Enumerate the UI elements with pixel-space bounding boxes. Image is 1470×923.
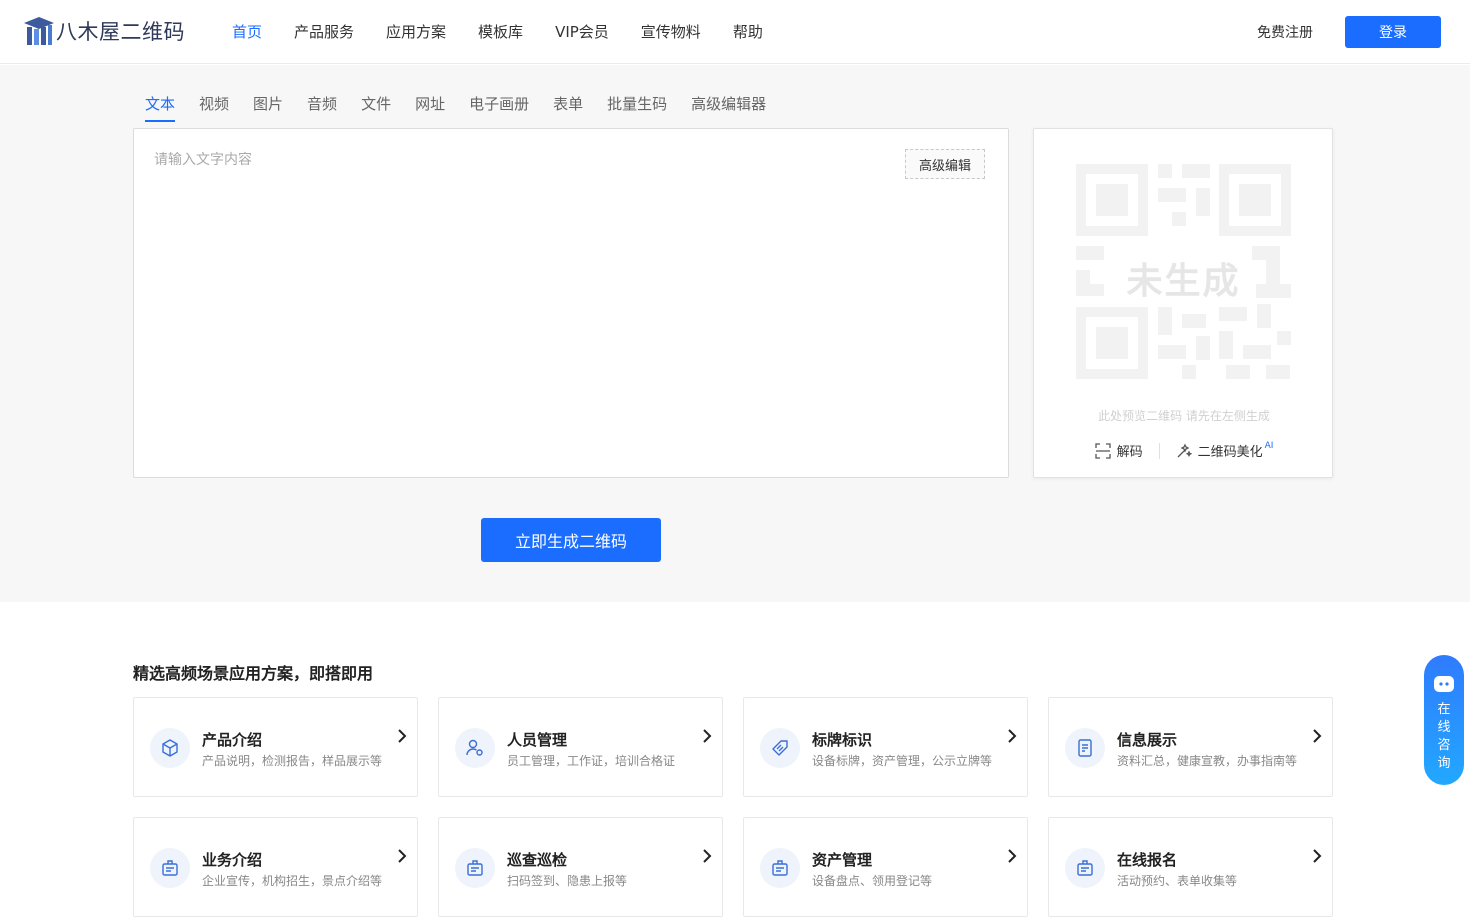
advanced-edit-button[interactable]: 高级编辑 [905, 149, 985, 179]
badge-icon [1065, 848, 1105, 888]
tab-6[interactable]: 电子画册 [469, 93, 529, 122]
scene-card[interactable]: 产品介绍产品说明，检测报告，样品展示等 [133, 697, 418, 797]
badge-icon [150, 848, 190, 888]
badge-icon [760, 848, 800, 888]
scene-card-desc: 设备盘点、领用登记等 [812, 874, 933, 888]
scene-card-title: 标牌标识 [812, 731, 873, 749]
nav-item-0[interactable]: 首页 [216, 0, 278, 64]
qr-preview-panel: 未生成 此处预览二维码 请先在左侧生成 解码 二维码美化 AI [1033, 128, 1333, 478]
top-header: 八木屋二维码 首页 产品服务 应用方案 模板库 VIP会员 宣传物料 帮助 免费注册 登录 [0, 0, 1470, 64]
tag-icon [760, 728, 800, 768]
type-tabs: 文本 视频 图片 音频 文件 网址 电子画册 表单 批量生码 高级编辑器 [145, 93, 790, 122]
ai-tag: AI [1264, 440, 1274, 451]
login-button[interactable]: 登录 [1345, 16, 1441, 48]
logo[interactable]: 八木屋二维码 [24, 15, 185, 47]
magic-wand-icon [1177, 443, 1192, 457]
brand-name: 八木屋二维码 [56, 20, 185, 44]
logo-mark-icon [24, 17, 54, 45]
chevron-right-icon [1008, 849, 1017, 863]
scene-card-desc: 设备标牌，资产管理，公示立牌等 [812, 754, 993, 768]
scene-card-title: 资产管理 [812, 851, 873, 869]
chevron-right-icon [1008, 729, 1017, 743]
not-generated-label: 未生成 [1126, 261, 1241, 302]
nav-item-6[interactable]: 帮助 [717, 0, 779, 64]
scene-card-title: 信息展示 [1117, 731, 1178, 749]
generate-qr-button[interactable]: 立即生成二维码 [481, 518, 661, 562]
scene-card-desc: 员工管理，工作证，培训合格证 [507, 754, 676, 768]
scenes-title: 精选高频场景应用方案，即搭即用 [133, 664, 374, 683]
generator-area: 文本视频图片音频文件网址电子画册表单批量生码高级编辑器 高级编辑 [0, 65, 1470, 602]
user-gear-icon [455, 728, 495, 768]
tab-7[interactable]: 表单 [553, 93, 583, 122]
chevron-right-icon [1313, 729, 1322, 743]
nav-item-1[interactable]: 产品服务 [278, 0, 370, 64]
chevron-right-icon [398, 849, 407, 863]
scene-card-title: 产品介绍 [202, 731, 263, 749]
tab-5[interactable]: 网址 [415, 93, 445, 122]
chevron-right-icon [703, 849, 712, 863]
nav-item-5[interactable]: 宣传物料 [625, 0, 717, 64]
chevron-right-icon [398, 729, 407, 743]
beautify-label: 二维码美化 [1197, 445, 1263, 460]
scene-card-title: 在线报名 [1117, 851, 1178, 869]
beautify-button[interactable]: 二维码美化 AI [1176, 440, 1274, 460]
note-icon [1065, 728, 1105, 768]
qr-placeholder: 未生成 [1076, 164, 1291, 379]
online-consult-button[interactable]: 在线咨询 [1424, 655, 1464, 785]
tab-9[interactable]: 高级编辑器 [691, 93, 766, 122]
tab-1[interactable]: 视频 [199, 93, 229, 122]
text-editor: 高级编辑 [133, 128, 1009, 478]
scene-card-desc: 扫码签到、隐患上报等 [507, 874, 628, 888]
decode-label: 解码 [1116, 445, 1143, 460]
scene-card[interactable]: 信息展示资料汇总，健康宣教，办事指南等 [1048, 697, 1333, 797]
cube-icon [150, 728, 190, 768]
chevron-right-icon [1313, 849, 1322, 863]
scene-card[interactable]: 业务介绍企业宣传，机构招生，景点介绍等 [133, 817, 418, 917]
scene-card-desc: 资料汇总，健康宣教，办事指南等 [1117, 754, 1298, 768]
divider [1158, 442, 1160, 459]
nav-item-3[interactable]: 模板库 [462, 0, 539, 64]
scene-card-desc: 产品说明，检测报告，样品展示等 [202, 754, 383, 768]
scene-card-title: 人员管理 [507, 731, 568, 749]
scene-card[interactable]: 资产管理设备盘点、领用登记等 [743, 817, 1028, 917]
scene-card-desc: 企业宣传，机构招生，景点介绍等 [202, 874, 383, 888]
nav-item-2[interactable]: 应用方案 [370, 0, 462, 64]
chat-icon [1434, 676, 1454, 692]
scene-card[interactable]: 巡查巡检扫码签到、隐患上报等 [438, 817, 723, 917]
preview-actions: 解码 二维码美化 AI [1034, 441, 1334, 460]
scan-icon [1094, 442, 1111, 459]
tab-2[interactable]: 图片 [253, 93, 283, 122]
scene-card-desc: 活动预约、表单收集等 [1117, 874, 1238, 888]
scene-card-title: 业务介绍 [202, 851, 263, 869]
scene-card[interactable]: 人员管理员工管理，工作证，培训合格证 [438, 697, 723, 797]
scene-card-title: 巡查巡检 [507, 851, 568, 869]
main-nav: 首页 产品服务 应用方案 模板库 VIP会员 宣传物料 帮助 [216, 0, 779, 64]
scene-card[interactable]: 标牌标识设备标牌，资产管理，公示立牌等 [743, 697, 1028, 797]
decode-button[interactable]: 解码 [1094, 441, 1143, 460]
consult-label: 在线咨询 [1437, 702, 1451, 771]
text-content-input[interactable] [154, 149, 894, 449]
preview-tip: 此处预览二维码 请先在左侧生成 [1098, 409, 1270, 423]
nav-item-4[interactable]: VIP会员 [539, 0, 625, 64]
register-link[interactable]: 免费注册 [1257, 22, 1313, 42]
chevron-right-icon [703, 729, 712, 743]
tab-0[interactable]: 文本 [145, 93, 176, 122]
tab-4[interactable]: 文件 [361, 93, 391, 122]
tab-3[interactable]: 音频 [307, 93, 337, 122]
scene-card[interactable]: 在线报名活动预约、表单收集等 [1048, 817, 1333, 917]
badge-icon [455, 848, 495, 888]
tab-8[interactable]: 批量生码 [607, 93, 667, 122]
